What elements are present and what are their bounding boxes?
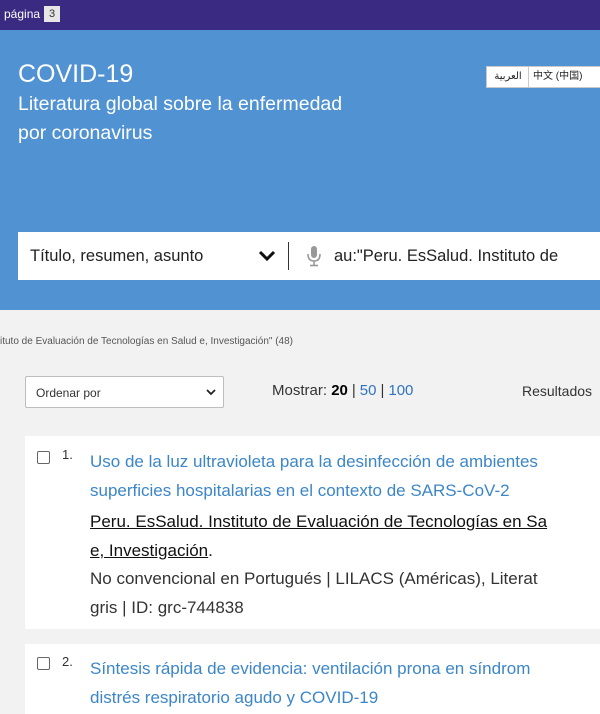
site-title[interactable]: COVID-19 bbox=[18, 60, 133, 89]
page-size-20[interactable]: 20 bbox=[331, 382, 348, 399]
result-item: 1. Uso de la luz ultravioleta para la de… bbox=[25, 436, 600, 629]
subtitle-line-1: Literatura global sobre la enfermedad bbox=[18, 93, 343, 115]
chevron-down-icon bbox=[206, 389, 216, 396]
result-checkbox[interactable] bbox=[37, 657, 50, 670]
microphone-icon[interactable] bbox=[306, 245, 322, 267]
result-number: 2. bbox=[62, 654, 73, 669]
sort-select-label: Ordenar por bbox=[36, 386, 101, 400]
result-checkbox[interactable] bbox=[37, 451, 50, 464]
language-arabic-button[interactable]: العربية bbox=[486, 66, 530, 88]
chevron-down-icon[interactable] bbox=[258, 249, 276, 263]
sort-select[interactable]: Ordenar por bbox=[25, 376, 224, 408]
search-summary: ituto de Evaluación de Tecnologías en Sa… bbox=[0, 336, 294, 347]
page-number-badge: 3 bbox=[44, 6, 60, 22]
search-input[interactable]: au:"Peru. EsSalud. Instituto de bbox=[334, 247, 558, 266]
search-divider bbox=[288, 242, 289, 270]
result-number: 1. bbox=[62, 447, 73, 462]
subtitle-line-2: por coronavirus bbox=[18, 122, 153, 144]
result-meta: No convencional en Portugués | LILACS (A… bbox=[90, 569, 538, 617]
header-banner: COVID-19 Literatura global sobre la enfe… bbox=[0, 30, 600, 310]
result-item: 2. Síntesis rápida de evidencia: ventila… bbox=[25, 644, 600, 714]
result-title-link[interactable]: Síntesis rápida de evidencia: ventilació… bbox=[90, 654, 530, 712]
results-label: Resultados bbox=[522, 383, 593, 399]
site-subtitle: Literatura global sobre la enfermedad po… bbox=[18, 90, 458, 148]
page-size-100[interactable]: 100 bbox=[388, 382, 413, 399]
language-chinese-button[interactable]: 中文 (中国) bbox=[528, 66, 600, 88]
result-title-link[interactable]: Uso de la luz ultravioleta para la desin… bbox=[90, 447, 538, 505]
result-author-link[interactable]: Peru. EsSalud. Instituto de Evaluación d… bbox=[90, 507, 547, 565]
page-size-50[interactable]: 50 bbox=[360, 382, 377, 399]
page-label: página bbox=[4, 7, 41, 21]
page-size-control: Mostrar: 20 | 50 | 100 bbox=[272, 382, 414, 399]
show-label: Mostrar: bbox=[272, 382, 328, 399]
search-bar: Título, resumen, asunto au:"Peru. EsSalu… bbox=[18, 232, 600, 280]
top-bar: página 3 bbox=[0, 0, 600, 30]
search-field-select[interactable]: Título, resumen, asunto bbox=[30, 247, 203, 266]
